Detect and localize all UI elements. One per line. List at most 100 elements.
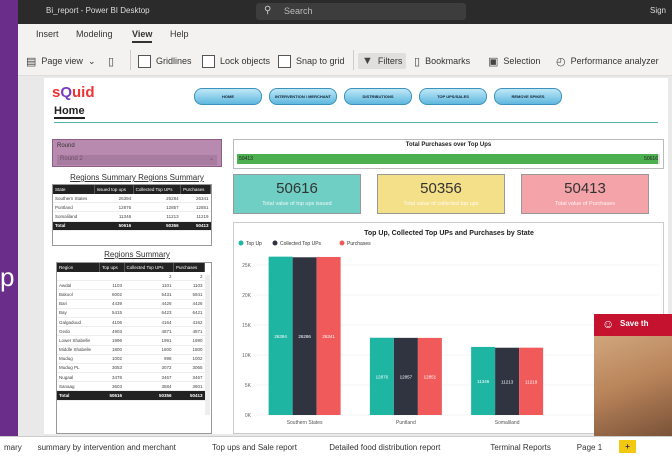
table-cell: 3053 xyxy=(99,363,125,374)
table-cell: 11219 xyxy=(180,211,211,222)
table-cell: 1800 xyxy=(124,345,174,355)
y-tick-label: 10K xyxy=(242,353,252,359)
table-cell: 3065 xyxy=(173,363,205,374)
regions-summary-header-2[interactable]: Collected Top UPs xyxy=(133,185,182,194)
sign-in-link[interactable]: Sign xyxy=(650,6,666,15)
page-view-button[interactable]: ▤ Page view ⌄ xyxy=(26,53,95,69)
data-label: 11219 xyxy=(525,379,538,384)
kpi-topups-issued: 50616 Total value of top ups issued xyxy=(233,174,361,214)
regions-summary-header-3[interactable]: Purchases xyxy=(180,185,211,194)
page-tab-5[interactable]: Page 1 xyxy=(577,443,602,452)
menu-bar: Insert Modeling View Help xyxy=(18,24,672,44)
selection-button[interactable]: ▣ Selection xyxy=(488,53,540,69)
regions-header-3[interactable]: Purchases xyxy=(173,263,205,272)
page-tab-3[interactable]: Detailed food distribution report xyxy=(329,443,440,452)
table-cell: 12857 xyxy=(133,202,181,213)
table-cell: 4439 xyxy=(99,299,125,309)
page-tab-0[interactable]: mary xyxy=(4,443,22,452)
report-page: sQuid Home HOME INTERVENTION / MERCHANT … xyxy=(44,78,668,434)
performance-analyzer-button[interactable]: ◴ Performance analyzer xyxy=(556,53,659,69)
table-cell: 1991 xyxy=(124,335,174,346)
table-row: Bari 4439 4426 4426 xyxy=(57,299,205,309)
total-row: Total 50616 50356 50413 xyxy=(53,221,211,231)
kpi-label: Total value of Purchases xyxy=(555,201,615,207)
table-cell: 3584 xyxy=(124,381,174,392)
progress-title: Total Purchases over Top Ups xyxy=(405,142,492,148)
mobile-layout-button[interactable]: ▯ xyxy=(108,53,114,69)
divider xyxy=(130,50,131,70)
table-row: Galgaduud 4106 4164 4162 xyxy=(57,317,205,328)
table-cell: 11213 xyxy=(133,211,181,222)
table-cell: 26284 xyxy=(133,194,181,204)
nav-spikes-button[interactable]: REMOVE SPIKES xyxy=(494,88,562,105)
progress-max: 50616 xyxy=(644,156,658,162)
nav-topups-button[interactable]: TOP UPS/SALES xyxy=(419,88,487,105)
table-cell: 3467 xyxy=(173,372,205,383)
table-row: Middle Shabelle 1800 1800 1800 xyxy=(57,345,205,355)
table-cell: 1800 xyxy=(99,345,125,355)
chevron-down-icon: ⌄ xyxy=(208,156,214,162)
table-cell: 4903 xyxy=(99,326,125,337)
lock-objects-label: Lock objects xyxy=(220,56,271,66)
total-cell: 50356 xyxy=(124,390,174,401)
slicer-dropdown[interactable]: Round 2 ⌄ xyxy=(57,155,217,165)
menu-insert[interactable]: Insert xyxy=(36,29,59,39)
legend-label: Collected Top UPs xyxy=(280,241,322,247)
page-tab-1[interactable]: summary by intervention and merchant xyxy=(38,443,176,452)
page-tab-6[interactable]: + xyxy=(619,440,636,453)
page-view-label: Page view xyxy=(41,56,83,66)
page-tab-4[interactable]: Terminal Reports xyxy=(490,443,550,452)
page-title: Home xyxy=(54,105,85,119)
regions-header-0[interactable]: Region xyxy=(57,263,101,272)
page-view-icon: ▤ xyxy=(26,55,37,68)
table-cell: 6421 xyxy=(173,308,205,318)
gridlines-checkbox[interactable] xyxy=(138,54,151,68)
table-row: Nugaal 3478 3467 3467 xyxy=(57,372,205,383)
table-row: Gedo 4903 4871 4871 xyxy=(57,326,205,337)
table-cell: 1002 xyxy=(99,354,125,364)
nav-distributions-button[interactable]: DISTRIBUTIONS xyxy=(344,88,412,105)
regions-summary-header-1[interactable]: Issued top ups xyxy=(94,185,134,194)
table-cell: 3467 xyxy=(124,372,174,383)
bookmarks-button[interactable]: ▯ Bookmarks xyxy=(414,53,470,69)
search-box[interactable]: ⚲ Search xyxy=(256,3,466,20)
y-tick-label: 5K xyxy=(245,383,252,389)
regions-summary-header-0[interactable]: State xyxy=(53,185,95,194)
lock-objects-checkbox[interactable] xyxy=(202,54,215,68)
menu-help[interactable]: Help xyxy=(170,29,189,39)
table-cell: 11346 xyxy=(94,211,134,222)
table-row: Southern States 26394 26284 26341 xyxy=(53,194,211,204)
menu-modeling[interactable]: Modeling xyxy=(76,29,113,39)
table-cell xyxy=(57,272,100,282)
total-cell: 50616 xyxy=(99,390,125,401)
table-cell: 1101 xyxy=(124,280,174,291)
table-cell: 4426 xyxy=(124,299,174,309)
nav-intervention-button[interactable]: INTERVENTION / MERCHANT xyxy=(269,88,337,105)
snap-to-grid-toggle[interactable]: Snap to grid xyxy=(278,53,345,69)
table-cell: Galgaduud xyxy=(57,317,100,328)
menu-view[interactable]: View xyxy=(132,29,153,43)
page-tab-2[interactable]: Top ups and Sale report xyxy=(212,443,297,452)
regions-header-1[interactable]: Top ups xyxy=(99,263,125,272)
y-tick-label: 0K xyxy=(245,413,252,419)
table-row: Bay 5415 6423 6421 xyxy=(57,308,205,318)
filter-icon: ▼ xyxy=(362,55,373,67)
title-bar: Bi_report - Power BI Desktop ⚲ Search Si… xyxy=(18,0,672,24)
table-row: Lower Shabelle 1996 1991 1990 xyxy=(57,335,205,346)
table-scrollbar[interactable] xyxy=(205,275,210,415)
background-text-fragment: p xyxy=(0,262,15,292)
regions-header-2[interactable]: Collected Top UPs xyxy=(124,263,175,272)
lock-objects-toggle[interactable]: Lock objects xyxy=(202,53,270,69)
table-row: Sanaag 3603 3584 3601 xyxy=(57,381,205,392)
filters-button[interactable]: ▼ Filters xyxy=(358,53,407,69)
gridlines-toggle[interactable]: Gridlines xyxy=(138,53,192,69)
slicer-label: Round xyxy=(57,143,75,149)
round-slicer[interactable]: Round Round 2 ⌄ xyxy=(52,139,222,167)
snap-to-grid-checkbox[interactable] xyxy=(278,54,291,68)
legend-label: Top Up xyxy=(246,241,262,247)
table-cell: 3478 xyxy=(99,372,125,383)
progress-fill xyxy=(237,154,659,164)
data-label: 26341 xyxy=(322,334,335,339)
table-cell: 998 xyxy=(124,354,174,364)
nav-home-button[interactable]: HOME xyxy=(194,88,262,105)
